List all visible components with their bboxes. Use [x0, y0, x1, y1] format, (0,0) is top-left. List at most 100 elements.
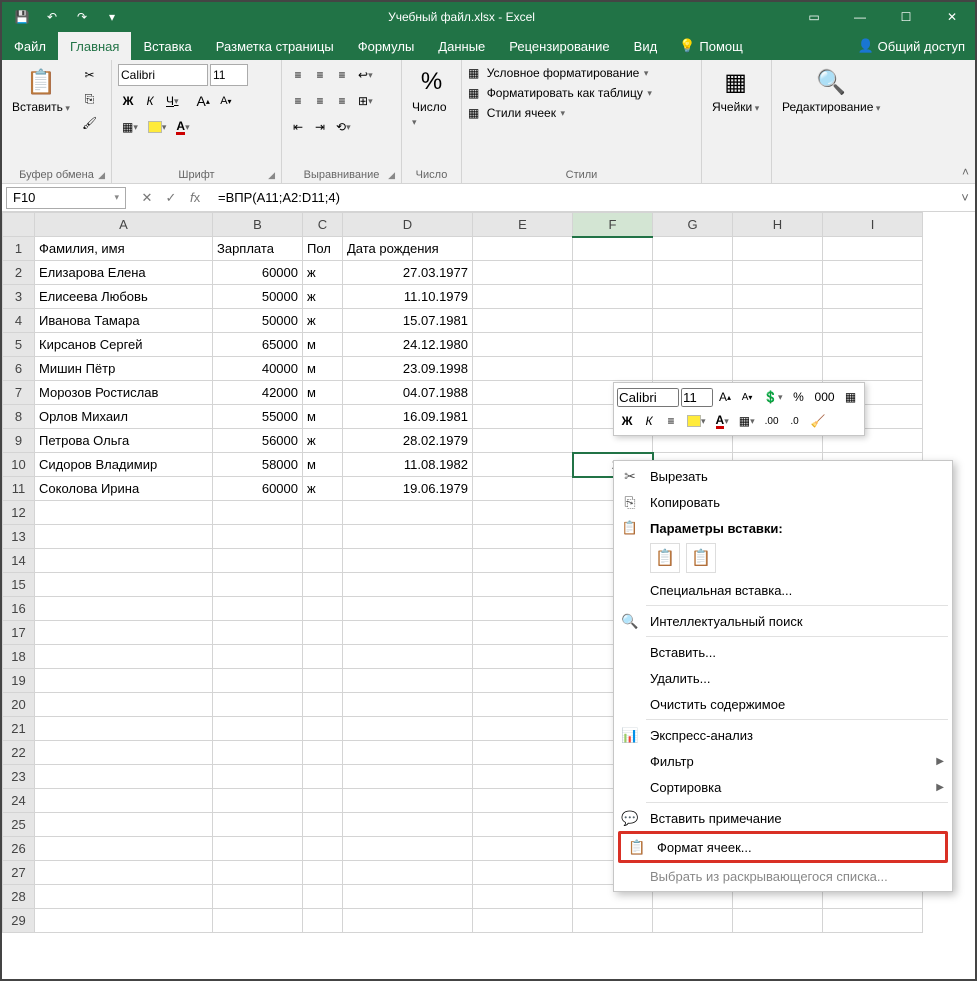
- font-name-combo[interactable]: [118, 64, 208, 86]
- cell[interactable]: [653, 309, 733, 333]
- cell[interactable]: [213, 741, 303, 765]
- mini-clear-format-icon[interactable]: 🧹: [807, 410, 830, 432]
- cell[interactable]: [473, 549, 573, 573]
- cell[interactable]: [213, 525, 303, 549]
- cell[interactable]: [343, 741, 473, 765]
- row-header-26[interactable]: 26: [3, 837, 35, 861]
- cell[interactable]: [343, 765, 473, 789]
- cell[interactable]: [303, 789, 343, 813]
- save-icon[interactable]: 💾: [8, 5, 36, 29]
- underline-button[interactable]: Ч: [162, 90, 183, 112]
- cell[interactable]: [653, 333, 733, 357]
- cell[interactable]: [343, 861, 473, 885]
- col-header-C[interactable]: C: [303, 213, 343, 237]
- cell[interactable]: 50000: [213, 285, 303, 309]
- mini-font-name[interactable]: [617, 388, 679, 407]
- row-header-15[interactable]: 15: [3, 573, 35, 597]
- cell[interactable]: [35, 549, 213, 573]
- cell[interactable]: [733, 909, 823, 933]
- cell[interactable]: 11.10.1979: [343, 285, 473, 309]
- cell[interactable]: [473, 333, 573, 357]
- cell[interactable]: [343, 573, 473, 597]
- align-bottom-icon[interactable]: ≡: [332, 64, 352, 86]
- collapse-ribbon-icon[interactable]: ˄: [962, 165, 969, 179]
- cell[interactable]: 42000: [213, 381, 303, 405]
- cell[interactable]: [343, 693, 473, 717]
- minimize-icon[interactable]: —: [837, 2, 883, 32]
- ctx-paste-special[interactable]: Специальная вставка...: [614, 577, 952, 603]
- cell[interactable]: 55000: [213, 405, 303, 429]
- cell[interactable]: [473, 669, 573, 693]
- cell[interactable]: [343, 669, 473, 693]
- cell[interactable]: Орлов Михаил: [35, 405, 213, 429]
- cell[interactable]: [573, 909, 653, 933]
- cell[interactable]: [303, 669, 343, 693]
- cell[interactable]: [213, 813, 303, 837]
- cell[interactable]: [35, 573, 213, 597]
- cell[interactable]: [213, 693, 303, 717]
- mini-fill-color-icon[interactable]: [683, 410, 710, 432]
- cell[interactable]: [35, 885, 213, 909]
- ctx-quick-analysis[interactable]: 📊Экспресс-анализ: [614, 722, 952, 748]
- col-header-D[interactable]: D: [343, 213, 473, 237]
- cell[interactable]: [473, 261, 573, 285]
- cell[interactable]: [35, 693, 213, 717]
- cell[interactable]: 04.07.1988: [343, 381, 473, 405]
- cell[interactable]: Дата рождения: [343, 237, 473, 261]
- cell[interactable]: [303, 741, 343, 765]
- row-header-21[interactable]: 21: [3, 717, 35, 741]
- cell[interactable]: [213, 789, 303, 813]
- cell[interactable]: [733, 333, 823, 357]
- cell[interactable]: [343, 813, 473, 837]
- cell[interactable]: м: [303, 381, 343, 405]
- cell[interactable]: ж: [303, 285, 343, 309]
- wrap-text-icon[interactable]: ↩: [354, 64, 377, 86]
- cell[interactable]: [473, 525, 573, 549]
- row-header-9[interactable]: 9: [3, 429, 35, 453]
- ctx-clear-contents[interactable]: Очистить содержимое: [614, 691, 952, 717]
- undo-icon[interactable]: ↶: [38, 5, 66, 29]
- select-all-corner[interactable]: [3, 213, 35, 237]
- decrease-font-icon[interactable]: A▾: [216, 90, 236, 112]
- cell[interactable]: Сидоров Владимир: [35, 453, 213, 477]
- cell[interactable]: 19.06.1979: [343, 477, 473, 501]
- cell[interactable]: [823, 309, 923, 333]
- font-color-icon[interactable]: A: [172, 116, 193, 138]
- formula-input[interactable]: =ВПР(A11;A2:D11;4): [212, 190, 955, 205]
- cell[interactable]: [343, 501, 473, 525]
- editing-button[interactable]: 🔍 Редактирование: [778, 64, 884, 116]
- mini-decrease-font-icon[interactable]: A▾: [737, 386, 757, 408]
- orientation-icon[interactable]: ⟲: [332, 116, 355, 138]
- cell[interactable]: 28.02.1979: [343, 429, 473, 453]
- col-header-A[interactable]: A: [35, 213, 213, 237]
- cancel-formula-icon[interactable]: ✕: [138, 190, 156, 206]
- row-header-7[interactable]: 7: [3, 381, 35, 405]
- cell[interactable]: [823, 237, 923, 261]
- cell[interactable]: м: [303, 357, 343, 381]
- cell[interactable]: 58000: [213, 453, 303, 477]
- cell[interactable]: 60000: [213, 261, 303, 285]
- format-as-table-button[interactable]: ▦ Форматировать как таблицу ▾: [468, 86, 652, 100]
- clipboard-launcher-icon[interactable]: ◢: [98, 170, 105, 181]
- cell[interactable]: [473, 909, 573, 933]
- cell[interactable]: Пол: [303, 237, 343, 261]
- col-header-F[interactable]: F: [573, 213, 653, 237]
- cell[interactable]: [473, 741, 573, 765]
- increase-indent-icon[interactable]: ⇥: [310, 116, 330, 138]
- cell[interactable]: [343, 717, 473, 741]
- cell[interactable]: [473, 477, 573, 501]
- cell[interactable]: [823, 357, 923, 381]
- paste-button[interactable]: 📋 Вставить: [8, 64, 74, 116]
- row-header-27[interactable]: 27: [3, 861, 35, 885]
- cell[interactable]: [473, 645, 573, 669]
- cell[interactable]: [303, 501, 343, 525]
- cell[interactable]: [303, 861, 343, 885]
- cell[interactable]: Мишин Пётр: [35, 357, 213, 381]
- cell[interactable]: [35, 717, 213, 741]
- cell[interactable]: [303, 525, 343, 549]
- fx-icon[interactable]: fx: [186, 190, 204, 206]
- cell[interactable]: [35, 789, 213, 813]
- row-header-5[interactable]: 5: [3, 333, 35, 357]
- cell[interactable]: [213, 597, 303, 621]
- cell[interactable]: [303, 813, 343, 837]
